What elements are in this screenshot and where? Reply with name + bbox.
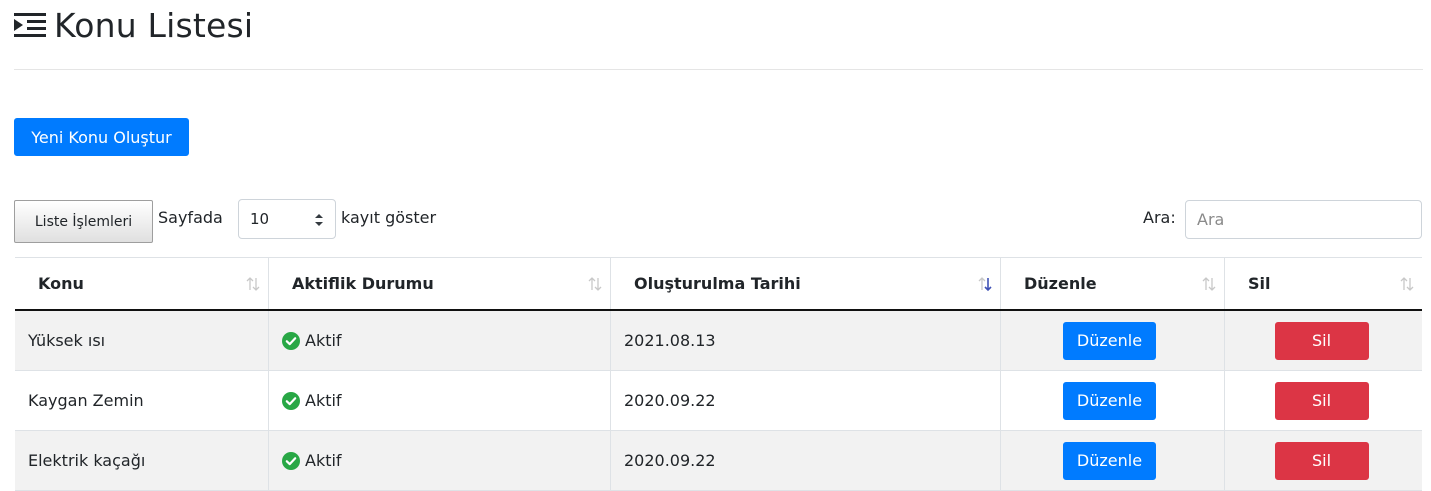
page-title: Konu Listesi <box>54 6 254 45</box>
sort-both-icon <box>246 277 260 291</box>
column-header-created-date[interactable]: Oluşturulma Tarihi <box>611 258 1001 309</box>
column-header-topic[interactable]: Konu <box>15 258 269 309</box>
date-cell: 2020.09.22 <box>611 431 1001 490</box>
table-row: Kaygan Zemin Aktif 2020.09.22 Düzenle Si… <box>15 371 1422 431</box>
delete-button[interactable]: Sil <box>1274 381 1369 420</box>
column-header-label: Aktiflik Durumu <box>292 274 434 293</box>
edit-cell: Düzenle <box>1001 311 1225 370</box>
status-text: Aktif <box>305 331 342 350</box>
list-indent-icon <box>14 12 46 37</box>
sort-both-icon <box>588 277 602 291</box>
delete-cell: Sil <box>1225 431 1422 490</box>
edit-button[interactable]: Düzenle <box>1063 381 1156 420</box>
status-cell: Aktif <box>269 431 611 490</box>
sort-both-icon <box>1400 277 1414 291</box>
column-header-label: Oluşturulma Tarihi <box>634 274 801 293</box>
edit-button[interactable]: Düzenle <box>1063 321 1156 360</box>
edit-cell: Düzenle <box>1001 371 1225 430</box>
delete-cell: Sil <box>1225 371 1422 430</box>
check-circle-icon <box>282 391 300 410</box>
column-header-status[interactable]: Aktiflik Durumu <box>269 258 611 309</box>
sort-desc-icon <box>978 277 992 292</box>
page-length-select[interactable]: 10 <box>238 199 336 239</box>
topic-cell: Yüksek ısı <box>15 311 269 370</box>
edit-cell: Düzenle <box>1001 431 1225 490</box>
search-label: Ara: <box>1143 208 1176 227</box>
date-cell: 2020.09.22 <box>611 371 1001 430</box>
delete-cell: Sil <box>1225 311 1422 370</box>
column-header-delete[interactable]: Sil <box>1225 258 1422 309</box>
length-suffix-label: kayıt göster <box>341 208 437 227</box>
search-input[interactable] <box>1185 200 1422 239</box>
sort-both-icon <box>1202 277 1216 291</box>
status-text: Aktif <box>305 391 342 410</box>
column-header-label: Konu <box>38 274 84 293</box>
table-row: Elektrik kaçağı Aktif 2020.09.22 Düzenle… <box>15 431 1422 491</box>
column-header-edit[interactable]: Düzenle <box>1001 258 1225 309</box>
status-cell: Aktif <box>269 311 611 370</box>
list-operations-button[interactable]: Liste İşlemleri <box>14 200 153 243</box>
check-circle-icon <box>282 451 300 470</box>
topics-table: Konu Aktiflik Durumu Oluşturulma Tarihi … <box>15 257 1422 491</box>
new-topic-button[interactable]: Yeni Konu Oluştur <box>14 118 189 156</box>
topic-cell: Kaygan Zemin <box>15 371 269 430</box>
column-header-label: Düzenle <box>1024 274 1097 293</box>
page-header: Konu Listesi <box>14 6 253 45</box>
edit-button[interactable]: Düzenle <box>1063 441 1156 480</box>
status-cell: Aktif <box>269 371 611 430</box>
length-prefix-label: Sayfada <box>158 208 223 227</box>
check-circle-icon <box>282 331 300 350</box>
topic-cell: Elektrik kaçağı <box>15 431 269 490</box>
delete-button[interactable]: Sil <box>1274 441 1369 480</box>
date-cell: 2021.08.13 <box>611 311 1001 370</box>
page-length-value: 10 <box>250 210 270 228</box>
column-header-label: Sil <box>1248 274 1271 293</box>
status-text: Aktif <box>305 451 342 470</box>
table-row: Yüksek ısı Aktif 2021.08.13 Düzenle Sil <box>15 311 1422 371</box>
select-arrows-icon <box>315 214 323 226</box>
header-divider <box>14 69 1423 70</box>
table-header-row: Konu Aktiflik Durumu Oluşturulma Tarihi … <box>15 258 1422 311</box>
delete-button[interactable]: Sil <box>1274 321 1369 360</box>
